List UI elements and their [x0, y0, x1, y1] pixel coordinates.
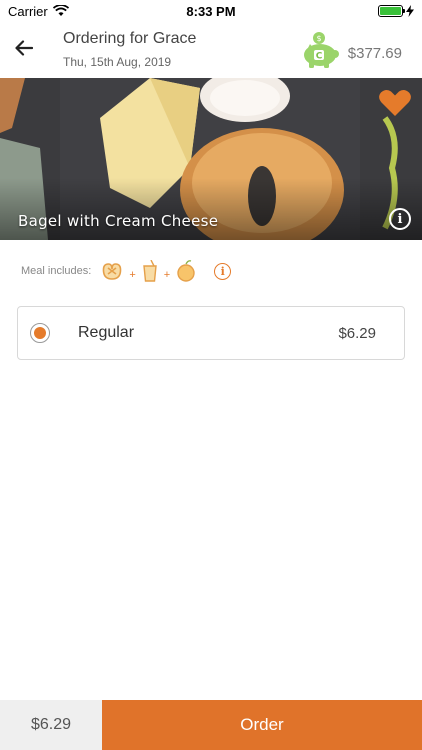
drink-icon	[142, 260, 157, 282]
favorite-heart-icon[interactable]	[378, 88, 412, 118]
back-button[interactable]	[12, 36, 36, 60]
header: Ordering for Grace Thu, 15th Aug, 2019 $…	[0, 22, 422, 78]
plus-sign: +	[163, 269, 171, 281]
piggy-bank-icon: $ C	[303, 32, 339, 68]
option-price: $6.29	[338, 324, 376, 342]
order-total: $6.29	[0, 700, 102, 750]
meal-includes-label: Meal includes:	[21, 265, 92, 277]
product-name: Bagel with Cream Cheese	[18, 212, 219, 230]
pretzel-icon	[102, 263, 122, 280]
balance-amount: $377.69	[347, 44, 402, 62]
fruit-icon	[177, 260, 195, 282]
clock: 8:33 PM	[186, 3, 236, 19]
plus-sign: +	[129, 269, 136, 281]
status-bar: Carrier 8:33 PM	[0, 0, 422, 22]
order-button[interactable]: Order	[102, 700, 422, 750]
bottom-bar: $6.29 Order	[0, 700, 422, 750]
svg-text:$: $	[316, 34, 321, 43]
product-image: Bagel with Cream Cheese i	[0, 78, 422, 240]
order-date: Thu, 15th Aug, 2019	[63, 55, 172, 69]
carrier-label: Carrier	[8, 3, 48, 19]
meal-info-icon[interactable]: i	[214, 262, 232, 280]
svg-text:C: C	[315, 52, 322, 62]
option-radio[interactable]	[30, 323, 50, 343]
back-arrow-icon	[15, 40, 33, 56]
option-name: Regular	[78, 324, 135, 341]
product-info-icon[interactable]: i	[389, 208, 411, 230]
meal-includes: Meal includes: + + i	[21, 260, 232, 282]
page-title: Ordering for Grace	[63, 30, 197, 47]
option-regular[interactable]: Regular $6.29	[17, 306, 405, 360]
charging-icon	[406, 5, 414, 17]
wallet-balance[interactable]: $ C $377.69	[298, 30, 402, 70]
battery-icon	[378, 5, 405, 17]
wifi-icon	[52, 5, 69, 16]
